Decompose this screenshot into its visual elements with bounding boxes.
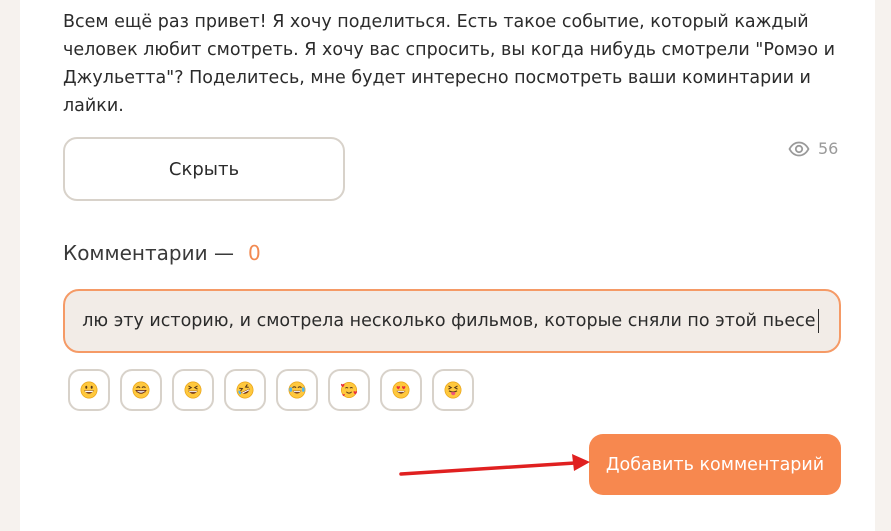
emoji-grinning-face-with-big-eyes-button[interactable] [68, 369, 110, 411]
beaming-face-icon [132, 381, 150, 399]
emoji-beaming-face-button[interactable] [120, 369, 162, 411]
text-caret [817, 309, 819, 333]
post-card: Всем ещё раз привет! Я хочу поделиться. … [20, 0, 875, 531]
comments-heading: Комментарии — 0 [63, 241, 261, 265]
emoji-grinning-squinting-face-button[interactable] [172, 369, 214, 411]
add-comment-button[interactable]: Добавить комментарий [589, 434, 841, 495]
face-with-tongue-icon [444, 381, 462, 399]
post-text: Всем ещё раз привет! Я хочу поделиться. … [63, 12, 836, 116]
emoji-face-with-tongue-button[interactable] [432, 369, 474, 411]
hide-button[interactable]: Скрыть [63, 137, 345, 201]
grinning-face-with-big-eyes-icon [80, 381, 98, 399]
comment-input[interactable]: лю эту историю, и смотрела несколько фил… [63, 289, 841, 353]
emoji-rolling-on-floor-laughing-button[interactable] [224, 369, 266, 411]
grinning-squinting-face-icon [184, 381, 202, 399]
eye-icon [788, 141, 810, 157]
rolling-on-floor-laughing-icon [236, 381, 254, 399]
comment-input-value[interactable]: лю эту историю, и смотрела несколько фил… [82, 311, 815, 331]
smiling-face-with-hearts-icon [340, 381, 358, 399]
emoji-picker [68, 369, 474, 411]
face-with-tears-of-joy-icon [288, 381, 306, 399]
comments-count: 0 [247, 241, 261, 265]
views-counter: 56 [788, 139, 838, 158]
heart-eyes-icon [392, 381, 410, 399]
views-count: 56 [818, 139, 839, 158]
emoji-smiling-face-with-hearts-button[interactable] [328, 369, 370, 411]
emoji-heart-eyes-button[interactable] [380, 369, 422, 411]
comments-title: Комментарии — [63, 241, 234, 265]
emoji-face-with-tears-of-joy-button[interactable] [276, 369, 318, 411]
